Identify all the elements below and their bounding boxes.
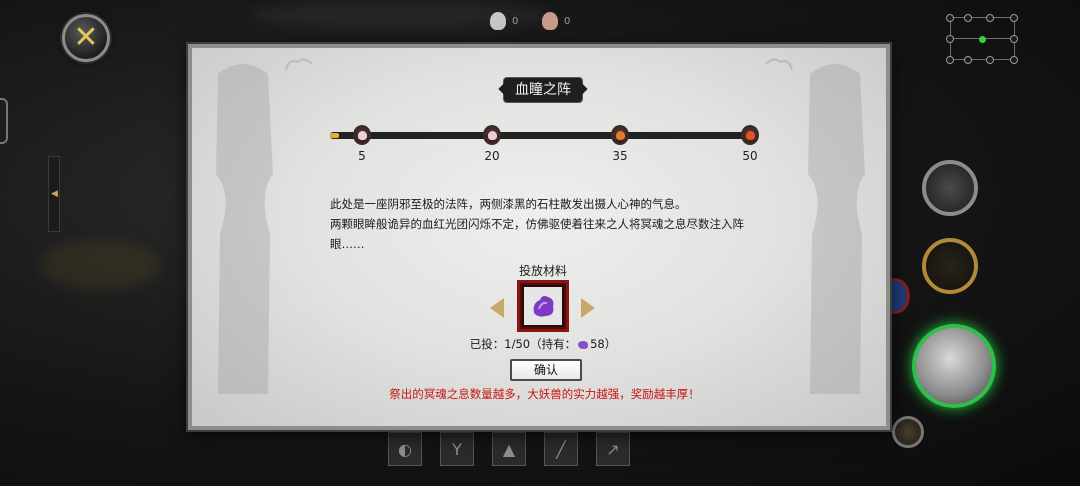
bottom-skill-bar: ◐ Y ▲ ╱ ↗ [388, 432, 630, 466]
flaming-skull-icon [745, 130, 755, 140]
material-slot[interactable] [517, 280, 569, 332]
material-label: 投放材料 [518, 264, 567, 278]
progress-fill [330, 133, 339, 138]
close-x-icon: ✕ [73, 20, 99, 55]
cloud-ornament-right-icon [765, 58, 793, 71]
small-ring-button[interactable] [892, 416, 924, 448]
slot-3[interactable]: ▲ [492, 432, 526, 466]
slot-5[interactable]: ↗ [596, 432, 630, 466]
skill-ring-2[interactable] [922, 238, 978, 294]
skull-icon [357, 130, 367, 140]
progress-track [330, 132, 756, 139]
milestone-label: 20 [484, 149, 500, 163]
milestone-5[interactable] [353, 125, 371, 145]
description-line-2: 两颗眼眸般诡异的血红光团闪烁不定，仿佛驱使着往来之人将冥魂之息尽数注入阵眼…… [330, 217, 744, 251]
slot-1[interactable]: ◐ [388, 432, 422, 466]
flaming-skull-icon [615, 130, 625, 140]
slot-4[interactable]: ╱ [544, 432, 578, 466]
description-line-1: 此处是一座阴邪至极的法阵，两侧漆黑的石柱散发出摄人心神的气息。 [330, 197, 687, 211]
confirm-button[interactable]: 确认 [510, 359, 582, 381]
milestone-20[interactable] [483, 125, 501, 145]
milestone-label: 35 [612, 149, 628, 163]
minimap-icon[interactable] [946, 14, 1018, 66]
purple-soul-essence-icon [533, 296, 554, 317]
milestone-35[interactable] [611, 125, 629, 145]
top-skull-icon-2 [542, 12, 558, 30]
right-stone-pillar [808, 64, 865, 394]
left-stone-pillar [216, 64, 273, 394]
milestone-label: 50 [742, 149, 758, 163]
milestone-label: 5 [358, 149, 366, 163]
top-skull-icon-1 [490, 12, 506, 30]
close-button[interactable]: ✕ [62, 14, 110, 62]
invested-prefix: 已投：1/50（持有： [469, 337, 577, 351]
top-counter-2: 0 [564, 16, 571, 27]
milestone-50[interactable] [741, 125, 759, 145]
left-slider[interactable]: ◀ [48, 156, 60, 232]
formation-description: 此处是一座阴邪至极的法阵，两侧漆黑的石柱散发出摄人心神的气息。 两颗眼眸般诡异的… [330, 194, 770, 254]
slider-arrow-icon: ◀ [51, 189, 58, 199]
held-count: 58 [590, 337, 605, 351]
left-side-tab[interactable] [0, 98, 8, 144]
slot-2[interactable]: Y [440, 432, 474, 466]
skill-ring-1[interactable] [922, 160, 978, 216]
arrow-left-icon[interactable] [490, 298, 504, 318]
soul-essence-small-icon [578, 341, 589, 349]
reward-warning-text: 祭出的冥魂之息数量越多，大妖兽的实力越强，奖励越丰厚！ [389, 387, 700, 401]
formation-dialog: 血瞳之阵 5 20 35 50 此处是一座阴邪至极的法阵，两侧漆黑的石柱散发出摄人心神… [188, 44, 890, 430]
attack-button[interactable] [912, 324, 996, 408]
dialog-title: 血瞳之阵 [504, 78, 582, 102]
invested-suffix: ） [604, 337, 617, 351]
invested-count: 已投：1/50（持有： 58） [462, 336, 624, 352]
cloud-ornament-left-icon [285, 58, 313, 71]
bg-golden-light [40, 240, 160, 290]
arrow-right-icon[interactable] [581, 298, 595, 318]
skull-icon [487, 130, 497, 140]
top-counter-1: 0 [512, 16, 519, 27]
